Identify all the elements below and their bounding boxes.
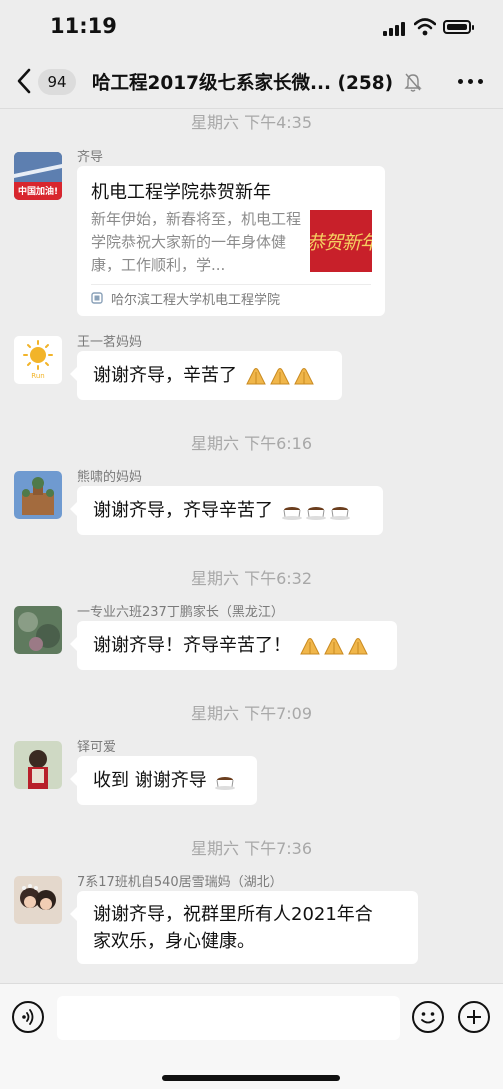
message-text: 家欢乐，身心健康。 <box>93 931 255 952</box>
group-name: 哈工程2017级七系家长微... <box>92 73 332 94</box>
message-input[interactable] <box>57 996 400 1040</box>
coffee-icon <box>305 507 326 520</box>
church-photo <box>14 471 62 519</box>
signal-icon <box>383 20 407 36</box>
timestamp: 星期六 下午4:35 <box>190 113 313 132</box>
plus-icon[interactable] <box>458 1001 490 1033</box>
card-title: 机电工程学院恭贺新年 <box>91 182 271 203</box>
message-text: 收到 谢谢齐导 <box>93 770 207 791</box>
sender-name: 齐导 <box>77 150 104 165</box>
clap-hands-icon <box>245 368 266 385</box>
coffee-icon <box>281 507 302 520</box>
more-icon[interactable] <box>456 68 486 92</box>
coffee-icon <box>215 777 236 790</box>
sender-name: 7系17班机自540居雪瑞妈（湖北） <box>77 875 283 890</box>
thumbnail-text: 恭贺新年 <box>310 232 372 254</box>
message-text: 谢谢齐导！齐导辛苦了！ <box>93 635 291 656</box>
message-bubble[interactable]: 谢谢齐导，祝群里所有人2021年合 家欢乐，身心健康。 <box>70 891 418 964</box>
clap-hands-icon <box>269 368 290 385</box>
chat-header: 94 哈工程2017级七系家长微... (258) <box>0 56 503 109</box>
status-bar: 11:19 <box>0 0 503 56</box>
voice-icon[interactable] <box>12 1001 44 1033</box>
timestamp: 星期六 下午7:36 <box>190 839 313 858</box>
smile-icon[interactable] <box>412 1001 444 1033</box>
avatar[interactable] <box>14 471 62 519</box>
card-description: 新年伊始，新春将至，机电工程学院恭祝大家新的一年身体健康，工作顺利，学... <box>91 210 302 274</box>
sender-name: 熊啸的妈妈 <box>77 470 143 485</box>
clap-hands-icon <box>323 638 344 655</box>
message-bubble[interactable]: 谢谢齐导，齐导辛苦了 <box>70 486 383 535</box>
avatar[interactable]: Run <box>14 336 62 384</box>
member-count: (258) <box>337 73 394 94</box>
clap-hands-icon <box>299 638 320 655</box>
coffee-icon <box>329 507 350 520</box>
avatar[interactable]: 中国加油! <box>14 152 62 200</box>
card-source: 哈尔滨工程大学机电工程学院 <box>111 293 281 308</box>
avatar[interactable] <box>14 606 62 654</box>
avatar-label: Run <box>31 372 45 380</box>
avatar-image <box>14 741 62 789</box>
official-account-icon <box>91 292 103 304</box>
chevron-left-icon[interactable] <box>14 66 36 96</box>
clap-hands-icon <box>347 638 368 655</box>
timestamp: 星期六 下午7:09 <box>190 704 313 723</box>
message-text: 谢谢齐导，祝群里所有人2021年合 <box>93 904 373 925</box>
status-time: 11:19 <box>50 14 117 38</box>
clap-hands-icon <box>293 368 314 385</box>
link-card[interactable]: 机电工程学院恭贺新年 新年伊始，新春将至，机电工程学院恭祝大家新的一年身体健康，… <box>77 166 385 316</box>
avatar[interactable] <box>14 876 62 924</box>
unread-count-badge[interactable]: 94 <box>38 69 76 95</box>
avatar-label: 中国加油! <box>17 187 59 197</box>
input-bar <box>0 983 503 1089</box>
message-bubble[interactable]: 收到 谢谢齐导 <box>70 756 257 805</box>
avatar[interactable] <box>14 741 62 789</box>
sender-name: 王一茗妈妈 <box>77 335 143 350</box>
chat-title[interactable]: 哈工程2017级七系家长微... (258) <box>92 69 393 95</box>
message-text: 谢谢齐导，齐导辛苦了 <box>93 500 273 521</box>
wifi-icon <box>414 18 436 36</box>
avatar-image <box>14 606 62 654</box>
divider <box>91 284 371 285</box>
sender-name: 一专业六班237丁鹏家长（黑龙江） <box>77 605 284 620</box>
battery-icon <box>443 20 474 34</box>
avatar-image <box>14 876 62 924</box>
message-bubble[interactable]: 谢谢齐导！齐导辛苦了！ <box>70 621 397 670</box>
home-indicator[interactable] <box>162 1075 340 1081</box>
bell-off-icon <box>404 73 422 92</box>
sender-name: 铎可爱 <box>77 740 117 755</box>
message-bubble[interactable]: 谢谢齐导，辛苦了 <box>70 351 342 400</box>
card-thumbnail: 恭贺新年 <box>310 210 372 272</box>
message-text: 谢谢齐导，辛苦了 <box>93 365 237 386</box>
timestamp: 星期六 下午6:32 <box>190 569 313 588</box>
timestamp: 星期六 下午6:16 <box>190 434 313 453</box>
